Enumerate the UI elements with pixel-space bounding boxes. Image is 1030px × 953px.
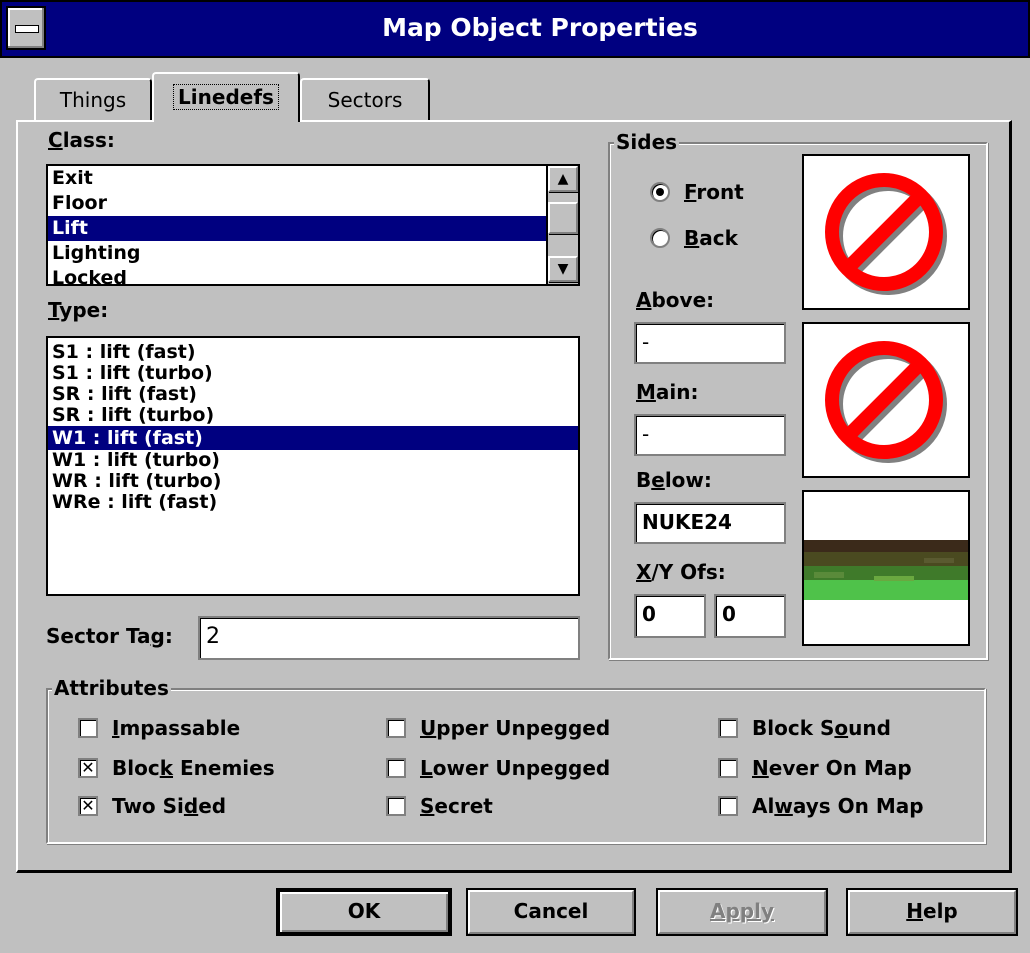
main-input[interactable]: - <box>634 414 786 456</box>
type-item[interactable]: WR : lift (turbo) <box>48 471 578 492</box>
secret-checkbox[interactable] <box>386 796 406 816</box>
system-menu-button[interactable] <box>6 6 46 50</box>
type-label: Type: <box>48 298 109 322</box>
secret-label[interactable]: Secret <box>420 794 493 818</box>
below-texture-preview[interactable] <box>802 490 970 646</box>
type-item[interactable]: W1 : lift (turbo) <box>48 450 578 471</box>
block-enemies-label[interactable]: Block Enemies <box>112 756 275 780</box>
always-on-map-checkbox[interactable] <box>718 796 738 816</box>
tab-things[interactable]: Things <box>34 78 152 122</box>
front-radio[interactable] <box>650 182 670 202</box>
tab-sectors[interactable]: Sectors <box>300 78 430 122</box>
front-label[interactable]: Front <box>684 180 744 204</box>
tab-linedefs-label: Linedefs <box>173 84 279 110</box>
class-item[interactable]: Lighting <box>48 241 578 266</box>
type-item[interactable]: S1 : lift (fast) <box>48 342 578 363</box>
scroll-thumb[interactable] <box>548 202 578 234</box>
scroll-up-arrow-icon[interactable]: ▲ <box>548 166 578 192</box>
tab-linedefs[interactable]: Linedefs <box>152 72 300 122</box>
above-label: Above: <box>636 288 715 312</box>
nuke-texture-image <box>804 540 968 600</box>
class-item[interactable]: Floor <box>48 191 578 216</box>
type-item[interactable]: SR : lift (fast) <box>48 384 578 405</box>
apply-button-label: Apply <box>709 899 774 923</box>
class-item[interactable]: Locked <box>48 266 578 284</box>
never-on-map-label[interactable]: Never On Map <box>752 756 912 780</box>
minus-icon <box>15 25 39 33</box>
class-listbox[interactable]: Exit Floor Lift Lighting Locked <box>46 164 580 286</box>
sector-tag-input[interactable]: 2 <box>198 616 580 660</box>
y-offset-input[interactable]: 0 <box>714 594 786 638</box>
xy-offset-label: X/Y Ofs: <box>636 560 726 584</box>
block-sound-checkbox[interactable] <box>718 718 738 738</box>
window-title: Map Object Properties <box>382 13 698 42</box>
class-item[interactable]: Exit <box>48 166 578 191</box>
type-item-selected[interactable]: W1 : lift (fast) <box>48 426 578 450</box>
block-sound-label[interactable]: Block Sound <box>752 716 891 740</box>
never-on-map-checkbox[interactable] <box>718 758 738 778</box>
cancel-button[interactable]: Cancel <box>466 888 636 936</box>
main-label: Main: <box>636 380 699 404</box>
below-input[interactable]: NUKE24 <box>634 502 786 544</box>
block-enemies-checkbox[interactable]: ✕ <box>78 758 98 778</box>
help-button[interactable]: Help <box>846 888 1018 936</box>
above-texture-preview[interactable] <box>802 154 970 310</box>
lower-unpegged-label[interactable]: Lower Unpegged <box>420 756 610 780</box>
type-item[interactable]: WRe : lift (fast) <box>48 492 578 513</box>
type-item[interactable]: S1 : lift (turbo) <box>48 363 578 384</box>
impassable-label[interactable]: Impassable <box>112 716 240 740</box>
ok-button[interactable]: OK <box>276 888 452 936</box>
two-sided-checkbox[interactable]: ✕ <box>78 796 98 816</box>
sides-title: Sides <box>614 130 680 154</box>
x-offset-input[interactable]: 0 <box>634 594 706 638</box>
above-input[interactable]: - <box>634 322 786 364</box>
radio-dot-icon <box>656 188 664 196</box>
attributes-title: Attributes <box>52 676 171 700</box>
lower-unpegged-checkbox[interactable] <box>386 758 406 778</box>
type-item[interactable]: SR : lift (turbo) <box>48 405 578 426</box>
back-radio[interactable] <box>650 228 670 248</box>
below-label: Below: <box>636 468 712 492</box>
type-listbox[interactable]: S1 : lift (fast) S1 : lift (turbo) SR : … <box>46 336 580 596</box>
scroll-down-arrow-icon[interactable]: ▼ <box>548 256 578 282</box>
upper-unpegged-label[interactable]: Upper Unpegged <box>420 716 610 740</box>
back-label[interactable]: Back <box>684 226 738 250</box>
no-texture-icon <box>825 341 947 463</box>
always-on-map-label[interactable]: Always On Map <box>752 794 924 818</box>
upper-unpegged-checkbox[interactable] <box>386 718 406 738</box>
no-texture-icon <box>825 173 947 295</box>
two-sided-label[interactable]: Two Sided <box>112 794 226 818</box>
class-item-selected[interactable]: Lift <box>48 216 578 241</box>
sector-tag-label: Sector Tag: <box>46 624 173 648</box>
impassable-checkbox[interactable] <box>78 718 98 738</box>
class-scrollbar[interactable]: ▲ ▼ <box>546 166 578 284</box>
class-label: Class: <box>48 128 115 152</box>
apply-button[interactable]: Apply <box>656 888 828 936</box>
main-texture-preview[interactable] <box>802 322 970 478</box>
